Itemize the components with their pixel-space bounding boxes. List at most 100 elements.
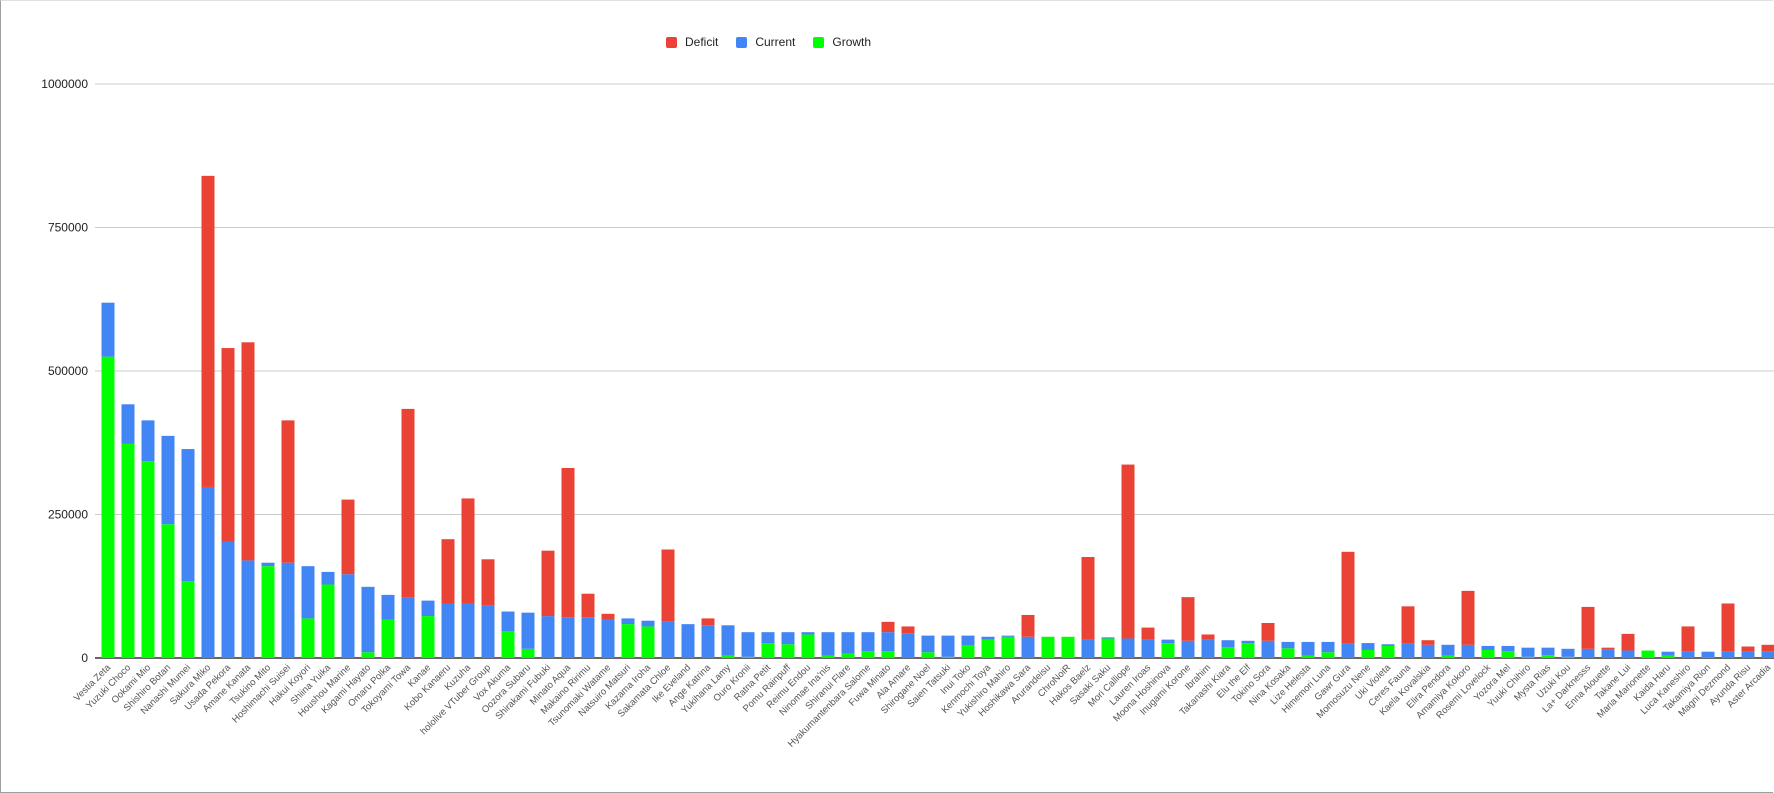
bar-segment-deficit [221, 348, 235, 542]
bar-segment-growth [1101, 638, 1115, 658]
bar-segment-growth [181, 581, 195, 658]
bar-segment-current [1621, 650, 1635, 658]
bar-segment-growth [961, 645, 975, 658]
bar-segment-current [801, 632, 815, 635]
bar-segment-current [501, 611, 515, 632]
bar-segment-current [1301, 641, 1315, 656]
bar-segment-current [621, 618, 635, 625]
bar-segment-current [1121, 638, 1135, 658]
bar-segment-current [281, 562, 295, 658]
bar-segment-deficit [1201, 634, 1215, 640]
bar-segment-growth [1661, 655, 1675, 658]
bar-segment-current [1481, 645, 1495, 650]
bar-segment-growth [881, 651, 895, 658]
bar-segment-current [641, 620, 655, 627]
bar-segment-growth [521, 648, 535, 658]
bar-segment-current [221, 541, 235, 658]
bar-segment-current [661, 621, 675, 658]
y-tick-label: 500000 [48, 364, 88, 378]
bar-segment-current [1441, 644, 1455, 656]
bar-segment-current [1721, 651, 1735, 658]
bar-segment-current [1181, 640, 1195, 658]
bar-segment-deficit [241, 342, 255, 561]
bar-segment-current [821, 632, 835, 656]
bar-segment-deficit [341, 499, 355, 575]
bar-segment-deficit [1181, 597, 1195, 641]
bar-segment-current [581, 617, 595, 658]
bar-segment-growth [941, 656, 955, 658]
bar-segment-growth [801, 634, 815, 658]
bar-segment-current [1321, 641, 1335, 653]
bar-segment-growth [1701, 657, 1715, 658]
bar-segment-current [201, 486, 215, 658]
bar-segment-current [141, 420, 155, 462]
bar-segment-current [381, 594, 395, 620]
bar-segment-current [961, 635, 975, 646]
bar-segment-deficit [201, 175, 215, 487]
bar-segment-current [1601, 649, 1615, 658]
bar-segment-current [241, 560, 255, 658]
bar-segment-current [1401, 643, 1415, 658]
bar-segment-growth [381, 619, 395, 658]
bar-segment-deficit [461, 498, 475, 604]
bar-segment-growth [1641, 650, 1655, 658]
bar-segment-deficit [1021, 614, 1035, 637]
bar-segment-growth [1381, 645, 1395, 658]
bar-segment-growth [1361, 649, 1375, 658]
bar-segment-current [1701, 651, 1715, 658]
bar-segment-current [1081, 639, 1095, 658]
bar-segment-growth [141, 461, 155, 658]
bar-segment-growth [1441, 655, 1455, 658]
bar-segment-deficit [1401, 606, 1415, 644]
bar-segment-current [181, 449, 195, 582]
bar-segment-current [1681, 651, 1695, 658]
bar-segment-current [461, 603, 475, 658]
stacked-bar-chart: 02500005000007500001000000Vestia ZetaYuz… [41, 77, 1774, 750]
bar-segment-current [101, 302, 115, 357]
bar-segment-growth [261, 566, 275, 658]
bar-segment-deficit [1461, 590, 1475, 645]
bar-segment-deficit [1761, 644, 1774, 652]
bar-segment-current [541, 616, 555, 658]
bar-segment-growth [861, 651, 875, 658]
bar-segment-current [1201, 639, 1215, 658]
bar-segment-current [1501, 645, 1515, 652]
bar-segment-growth [361, 652, 375, 658]
y-tick-label: 1000000 [41, 77, 88, 91]
bar-segment-growth [1241, 643, 1255, 658]
bar-segment-current [761, 632, 775, 644]
bar-segment-current [881, 632, 895, 652]
bar-segment-current [341, 574, 355, 658]
bar-segment-deficit [1681, 626, 1695, 652]
y-tick-label: 250000 [48, 508, 88, 522]
bar-segment-deficit [581, 593, 595, 618]
bar-segment-current [701, 625, 715, 658]
bar-segment-deficit [1141, 627, 1155, 640]
bar-segment-deficit [1121, 464, 1135, 639]
bar-segment-current [861, 632, 875, 652]
bar-segment-current [981, 636, 995, 640]
bar-segment-growth [1281, 648, 1295, 658]
bar-segment-deficit [1421, 640, 1435, 645]
bar-segment-current [261, 562, 275, 567]
bar-segment-current [1001, 635, 1015, 637]
bar-segment-current [781, 632, 795, 645]
bar-segment-current [1541, 647, 1555, 656]
bar-segment-current [441, 603, 455, 658]
bar-segment-growth [761, 643, 775, 658]
bar-segment-current [1661, 651, 1675, 656]
bar-segment-deficit [1601, 647, 1615, 650]
bar-segment-current [561, 617, 575, 658]
bar-segment-growth [741, 656, 755, 658]
bar-segment-current [721, 625, 735, 656]
bar-segment-growth [1501, 651, 1515, 658]
bar-segment-deficit [901, 626, 915, 634]
bar-segment-deficit [701, 618, 715, 626]
bar-segment-current [1021, 636, 1035, 658]
bar-segment-deficit [281, 420, 295, 563]
bar-segment-growth [921, 652, 935, 658]
bar-segment-current [601, 619, 615, 658]
bar-segment-growth [101, 356, 115, 658]
bar-segment-current [921, 635, 935, 653]
bar-segment-deficit [601, 613, 615, 620]
